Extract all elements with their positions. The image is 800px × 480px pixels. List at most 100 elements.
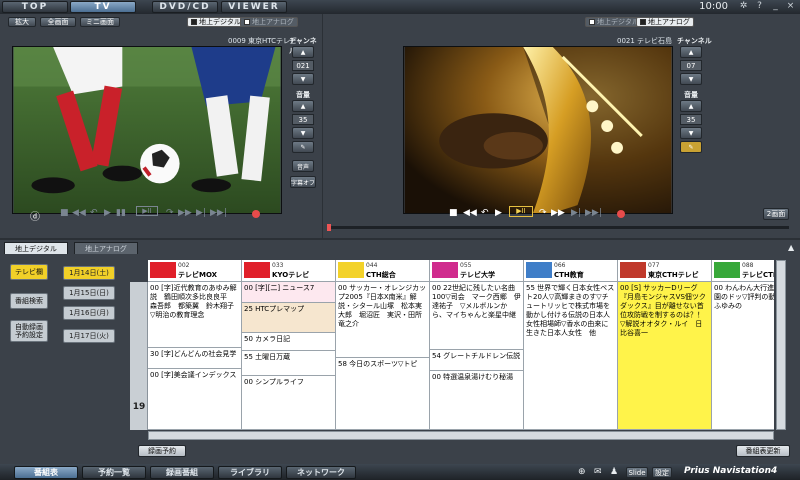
tab-viewer[interactable]: VIEWER: [221, 1, 287, 13]
program-cell[interactable]: 00 22世紀に残したい名曲100▽司会 マーク西郷 伊達祐子 ▽メルボルンから…: [430, 282, 523, 350]
settings-button[interactable]: 設定: [652, 467, 672, 478]
program-cell[interactable]: 54 グレートチルドレン伝説: [430, 350, 523, 371]
program-cell[interactable]: 55 世界で輝く日本女性ベスト20人▽高輝まきのす▽チュートリッヒで株式市場を動…: [524, 282, 617, 430]
next-icon[interactable]: ▶▶|: [585, 208, 602, 218]
right-source-digital-tab[interactable]: 地上デジタル: [585, 17, 643, 27]
program-cell[interactable]: 00 特選温泉湯けむり秘湯: [430, 371, 523, 430]
mute-button[interactable]: ✎: [680, 141, 702, 153]
date-button-4[interactable]: 1月17日(火): [63, 329, 115, 343]
program-cell[interactable]: 00 シンプルライフ: [242, 376, 335, 430]
back-icon[interactable]: ↶: [481, 208, 489, 218]
slow-icon[interactable]: ▶|: [196, 208, 206, 218]
user-icon[interactable]: ♟: [610, 467, 618, 477]
channel-header[interactable]: 033 KYOテレビ: [242, 260, 336, 282]
program-cell[interactable]: 00 サッカー・オレンジカップ2005『日本X南米』解説・シタール山塚 松本実大…: [336, 282, 429, 358]
settings-gear-icon[interactable]: ✲: [738, 1, 749, 12]
minimize-button[interactable]: _: [770, 1, 781, 12]
play-pause-button[interactable]: ▶II: [136, 206, 158, 216]
subtitle-off-button[interactable]: 字幕オフ: [290, 176, 316, 188]
slow-icon[interactable]: ▶|: [571, 208, 581, 218]
mute-button[interactable]: ✎: [292, 141, 314, 153]
program-cell[interactable]: 25 HTCプレマップ: [242, 303, 335, 333]
audio-button[interactable]: 音声: [292, 160, 314, 172]
channel-down-button[interactable]: ▼: [680, 73, 702, 85]
seek-handle[interactable]: [327, 224, 331, 231]
channel-header[interactable]: 066 CTH教育: [524, 260, 618, 282]
tab-recorded-programs[interactable]: 録画番組: [150, 466, 214, 479]
play-icon[interactable]: ▶: [495, 208, 502, 218]
rewind-icon[interactable]: ◀◀: [72, 208, 86, 218]
reserve-recording-button[interactable]: 録画予約: [138, 445, 186, 457]
record-button[interactable]: [252, 210, 260, 218]
epg-tab-digital[interactable]: 地上デジタル: [4, 242, 68, 254]
channel-down-button[interactable]: ▼: [292, 73, 314, 85]
help-button[interactable]: ?: [754, 1, 765, 12]
volume-down-button[interactable]: ▼: [292, 127, 314, 139]
right-source-analog-tab[interactable]: 地上アナログ: [636, 17, 694, 27]
skip-icon[interactable]: ↷: [166, 208, 174, 218]
program-cell[interactable]: 00 [S] サッカーDリーグ『月島モンジャスVS佃ツクダックス』目が離せない首…: [618, 282, 711, 430]
program-cell[interactable]: 30 [字]どんどんの社会見学: [148, 348, 241, 369]
left-source-analog-tab[interactable]: 地上アナログ: [240, 17, 298, 27]
pause-icon[interactable]: ▮▮: [116, 208, 126, 218]
channel-header[interactable]: 044 CTH総合: [336, 260, 430, 282]
tab-network[interactable]: ネットワーク: [286, 466, 356, 479]
epg-scrollbar[interactable]: [776, 260, 786, 430]
epg-hscrollbar[interactable]: [148, 431, 774, 440]
left-source-digital-tab[interactable]: 地上デジタル: [187, 17, 245, 27]
tab-tv[interactable]: TV: [70, 1, 136, 13]
date-button-3[interactable]: 1月16日(月): [63, 306, 115, 320]
volume-up-button[interactable]: ▲: [292, 100, 314, 112]
dual-screen-button[interactable]: 2画面: [763, 208, 789, 220]
program-cell[interactable]: 00 [字]美会議インデックス: [148, 369, 241, 430]
seek-bar[interactable]: [327, 226, 789, 229]
channel-up-button[interactable]: ▲: [292, 46, 314, 58]
channel-header[interactable]: 088 テレビCTH: [712, 260, 774, 282]
volume-up-button[interactable]: ▲: [680, 100, 702, 112]
close-button[interactable]: ×: [785, 1, 796, 12]
mail-icon[interactable]: ✉: [594, 467, 602, 477]
tab-library[interactable]: ライブラリ: [218, 466, 282, 479]
rewind-icon[interactable]: ◀◀: [463, 208, 477, 218]
channel-header[interactable]: 055 テレビ大学: [430, 260, 524, 282]
enlarge-button[interactable]: 拡大: [8, 17, 36, 27]
record-button[interactable]: [617, 210, 625, 218]
program-cell[interactable]: 00 [字][二] ニュース7: [242, 282, 335, 303]
volume-down-button[interactable]: ▼: [680, 127, 702, 139]
program-cell[interactable]: 55 土曜日万蔵: [242, 351, 335, 376]
skip-icon[interactable]: ↷: [539, 208, 547, 218]
auto-record-setting-button[interactable]: 自動録画 予約設定: [10, 320, 48, 342]
next-icon[interactable]: ▶▶|: [210, 208, 227, 218]
program-cell[interactable]: 00 わんわん大行進・駒沢公園のドッ▽評判の動物高田ふゆみの: [712, 282, 774, 430]
left-video-screen[interactable]: [12, 46, 282, 214]
collapse-icon[interactable]: ▲: [788, 243, 794, 252]
stop-icon[interactable]: ■: [449, 208, 458, 218]
channel-header[interactable]: 077 東京CTHテレビ: [618, 260, 712, 282]
program-cell[interactable]: 58 今日のスポーツ▽トピ: [336, 358, 429, 430]
fastforward-icon[interactable]: ▶▶: [178, 208, 192, 218]
tab-top[interactable]: TOP: [2, 1, 68, 13]
back-icon[interactable]: ↶: [90, 208, 98, 218]
program-cell[interactable]: 00 [字]近代教育のあゆみ解説 鶴田順次多比良良平 森吾郎 都築翼 鈴木翔子▽…: [148, 282, 241, 348]
date-button-2[interactable]: 1月15日(日): [63, 286, 115, 300]
fastforward-icon[interactable]: ▶▶: [551, 208, 565, 218]
tab-reservation-list[interactable]: 予約一覧: [82, 466, 146, 479]
right-video-screen[interactable]: [403, 46, 673, 214]
epg-tab-analog[interactable]: 地上アナログ: [74, 242, 138, 254]
refresh-guide-button[interactable]: 番組表更新: [736, 445, 790, 457]
tab-dvd-cd[interactable]: DVD/CD: [152, 1, 218, 13]
channel-up-button[interactable]: ▲: [680, 46, 702, 58]
globe-icon[interactable]: ⊕: [578, 467, 586, 477]
date-button-1[interactable]: 1月14日(土): [63, 266, 115, 280]
mini-screen-button[interactable]: ミニ画面: [80, 17, 120, 27]
channel-header[interactable]: 002 テレビMOX: [148, 260, 242, 282]
stop-icon[interactable]: ■: [60, 208, 69, 218]
program-cell[interactable]: 50 カメラ日記: [242, 333, 335, 351]
play-icon[interactable]: ▶: [104, 208, 111, 218]
slide-button[interactable]: Slide: [626, 467, 648, 478]
tv-guide-button[interactable]: テレビ欄: [10, 264, 48, 280]
program-search-button[interactable]: 番組検索: [10, 293, 48, 309]
play-pause-button[interactable]: ▶II: [509, 206, 533, 217]
tab-program-guide[interactable]: 番組表: [14, 466, 78, 479]
fullscreen-button[interactable]: 全画面: [40, 17, 76, 27]
